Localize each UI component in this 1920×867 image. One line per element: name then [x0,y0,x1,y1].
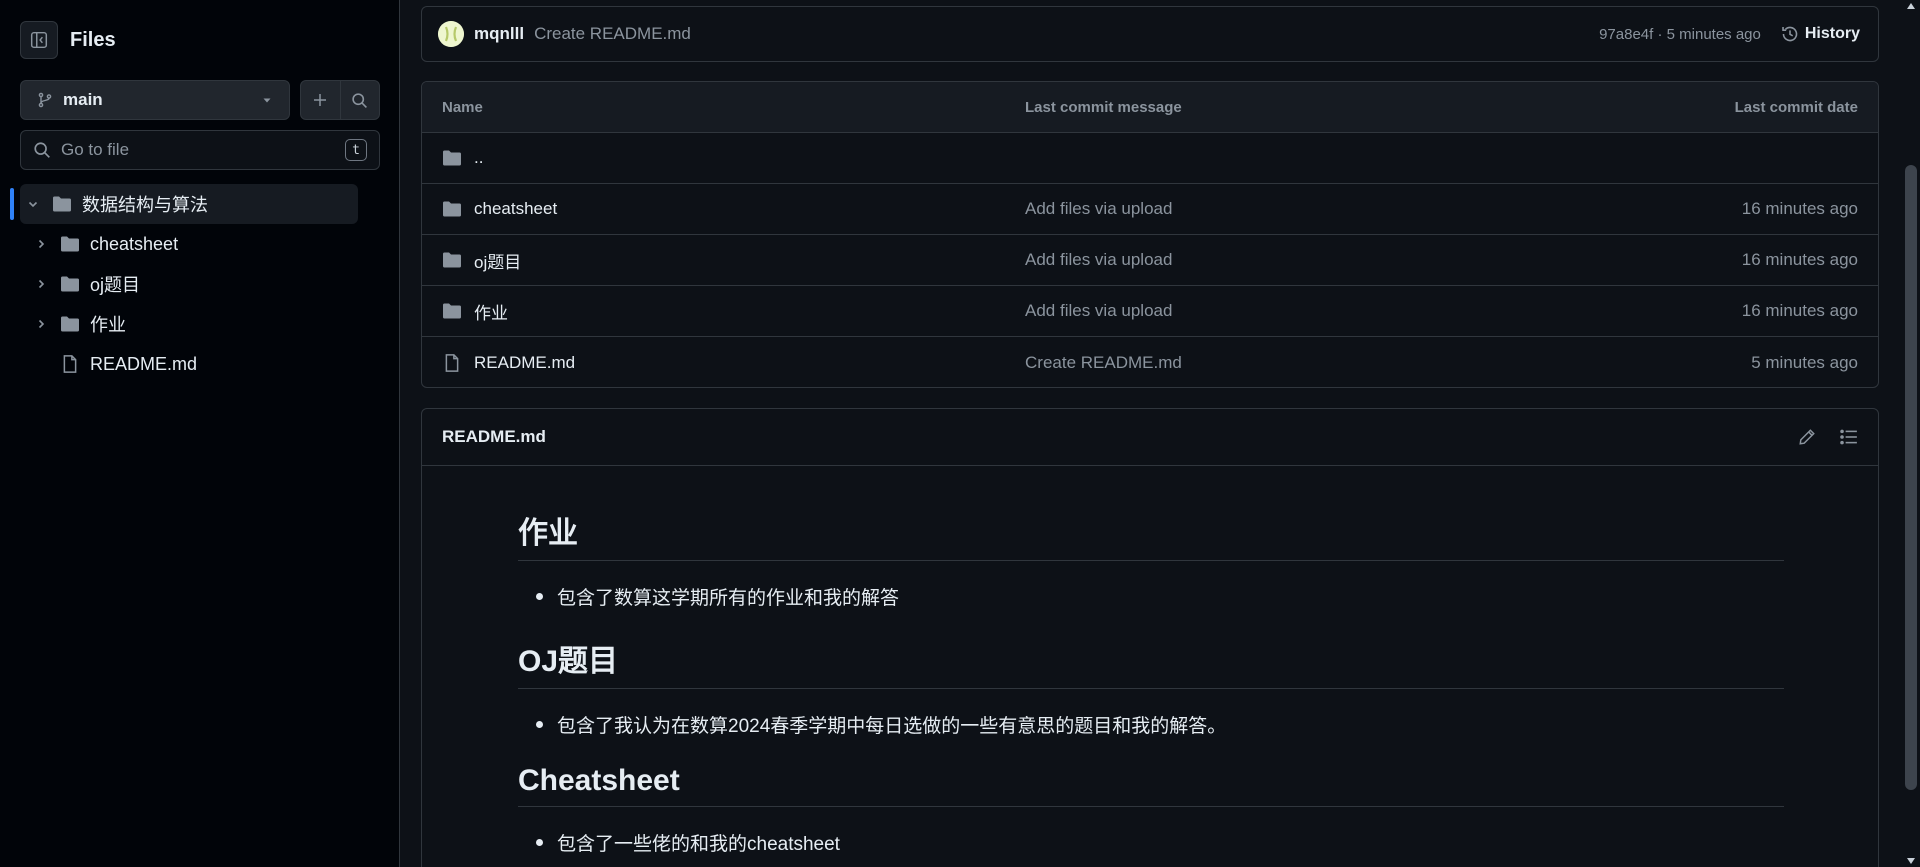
file-name-link[interactable]: oj题目 [474,248,521,273]
plus-icon [314,94,327,106]
branch-name: main [63,90,103,109]
row-commit-date: 5 minutes ago [1751,352,1858,372]
header-name: Name [442,98,483,116]
chevron-right-icon[interactable] [30,238,52,250]
tree-item-label: README.md [90,353,198,374]
page-scrollbar[interactable] [1902,0,1920,867]
scroll-up-arrow-icon[interactable] [1906,2,1916,10]
history-icon [1782,26,1798,42]
chevron-right-icon[interactable] [30,318,52,330]
tree-item-readme[interactable]: README.md [0,344,400,384]
avatar-icon [438,21,464,47]
file-name-link[interactable]: cheatsheet [474,199,557,219]
sidebar-title: Files [70,28,116,51]
readme-section: 作业 包含了数算这学期所有的作业和我的解答 [518,508,1784,610]
avatar[interactable] [438,21,464,47]
tree-item-label: 数据结构与算法 [82,195,208,215]
file-tree: 数据结构与算法 cheatsheet oj题目 作业 README.md [0,184,400,384]
pencil-icon [1799,429,1815,445]
row-commit-message[interactable]: Add files via upload [1025,301,1598,321]
readme-heading: Cheatsheet [518,764,1784,807]
row-commit-date: 16 minutes ago [1741,250,1858,269]
add-file-button[interactable] [301,81,341,119]
history-button[interactable]: History [1781,25,1860,43]
header-commit-date: Last commit date [1734,98,1858,116]
readme-actions [1774,428,1858,446]
folder-icon [61,316,79,332]
tree-item-oj[interactable]: oj题目 [0,264,400,304]
search-icon [34,142,50,158]
readme-header: README.md [422,409,1878,466]
row-commit-date: 16 minutes ago [1741,199,1858,218]
readme-content: 作业 包含了数算这学期所有的作业和我的解答 OJ题目 包含了我认为在数算2024… [518,466,1784,856]
folder-icon [443,303,461,319]
tree-item-root-folder[interactable]: 数据结构与算法 [10,184,358,224]
outline-button[interactable] [1840,428,1858,446]
go-to-file-input[interactable] [61,140,345,160]
commit-hash-and-time[interactable]: 97a8e4f · 5 minutes ago [1599,26,1761,43]
commit-author[interactable]: mqnlll [474,24,524,44]
selected-indicator [10,188,14,220]
go-to-file-search[interactable]: t [20,130,380,170]
tree-item-label: cheatsheet [90,233,179,254]
row-commit-message[interactable]: Create README.md [1025,353,1598,373]
tree-item-homework[interactable]: 作业 [0,304,400,344]
row-commit-date: 16 minutes ago [1741,301,1858,320]
tree-item-cheatsheet[interactable]: cheatsheet [0,224,400,264]
search-icon [352,92,368,108]
tree-item-label: oj题目 [90,275,141,295]
readme-title[interactable]: README.md [442,427,1774,447]
readme-list-item: 包含了一些佬的和我的cheatsheet [536,829,1784,856]
scroll-down-arrow-icon[interactable] [1906,857,1916,865]
commit-message[interactable]: Create README.md [534,24,1599,44]
file-icon [445,353,459,372]
edit-file-button[interactable] [1798,428,1816,446]
sidebar-collapse-icon [30,31,48,49]
readme-list-item: 包含了数算这学期所有的作业和我的解答 [536,583,1784,610]
collapse-sidebar-button[interactable] [20,21,58,59]
branch-selector-button[interactable]: main [20,80,290,120]
file-tree-sidebar: Files main t [0,0,400,867]
table-header: Name Last commit message Last commit dat… [422,82,1878,133]
latest-commit-bar: mqnlll Create README.md 97a8e4f · 5 minu… [421,6,1879,62]
folder-icon [61,276,79,292]
folder-icon [443,150,461,166]
chevron-right-icon[interactable] [30,278,52,290]
search-code-button[interactable] [341,81,380,119]
scrollbar-thumb[interactable] [1905,165,1917,790]
table-row[interactable]: oj题目 Add files via upload 16 minutes ago [422,235,1878,286]
folder-open-icon [53,196,71,212]
file-actions-group [300,80,380,120]
caret-down-icon [263,98,271,103]
folder-icon [443,201,461,217]
table-row-parent-dir[interactable]: .. [422,133,1878,184]
readme-panel: README.md 作业 包含了数算这学期所有的作业和我的解答 OJ题目 包含了… [421,408,1879,867]
readme-heading: 作业 [518,508,1784,561]
table-row[interactable]: README.md Create README.md 5 minutes ago [422,337,1878,387]
tree-item-label: 作业 [90,315,126,335]
file-icon [63,355,77,373]
git-branch-icon [38,92,52,108]
folder-icon [443,252,461,268]
file-name-link[interactable]: README.md [474,353,575,373]
table-row[interactable]: 作业 Add files via upload 16 minutes ago [422,286,1878,337]
chevron-down-icon[interactable] [22,198,44,210]
row-commit-message[interactable]: Add files via upload [1025,250,1598,270]
table-row[interactable]: cheatsheet Add files via upload 16 minut… [422,184,1878,235]
file-name-link[interactable]: 作业 [474,299,508,324]
readme-section: OJ题目 包含了我认为在数算2024春季学期中每日选做的一些有意思的题目和我的解… [518,636,1784,738]
row-commit-message[interactable]: Add files via upload [1025,199,1598,219]
folder-icon [61,236,79,252]
file-name-link[interactable]: .. [474,148,483,168]
history-label: History [1804,25,1860,42]
readme-list-item: 包含了我认为在数算2024春季学期中每日选做的一些有意思的题目和我的解答。 [536,711,1784,738]
directory-listing-table: Name Last commit message Last commit dat… [421,81,1879,388]
list-unordered-icon [1840,429,1857,445]
sidebar-header: Files [20,20,116,60]
shortcut-key-badge: t [345,139,367,161]
readme-section: Cheatsheet 包含了一些佬的和我的cheatsheet [518,764,1784,856]
readme-heading: OJ题目 [518,636,1784,689]
header-commit-message: Last commit message [1025,98,1182,116]
